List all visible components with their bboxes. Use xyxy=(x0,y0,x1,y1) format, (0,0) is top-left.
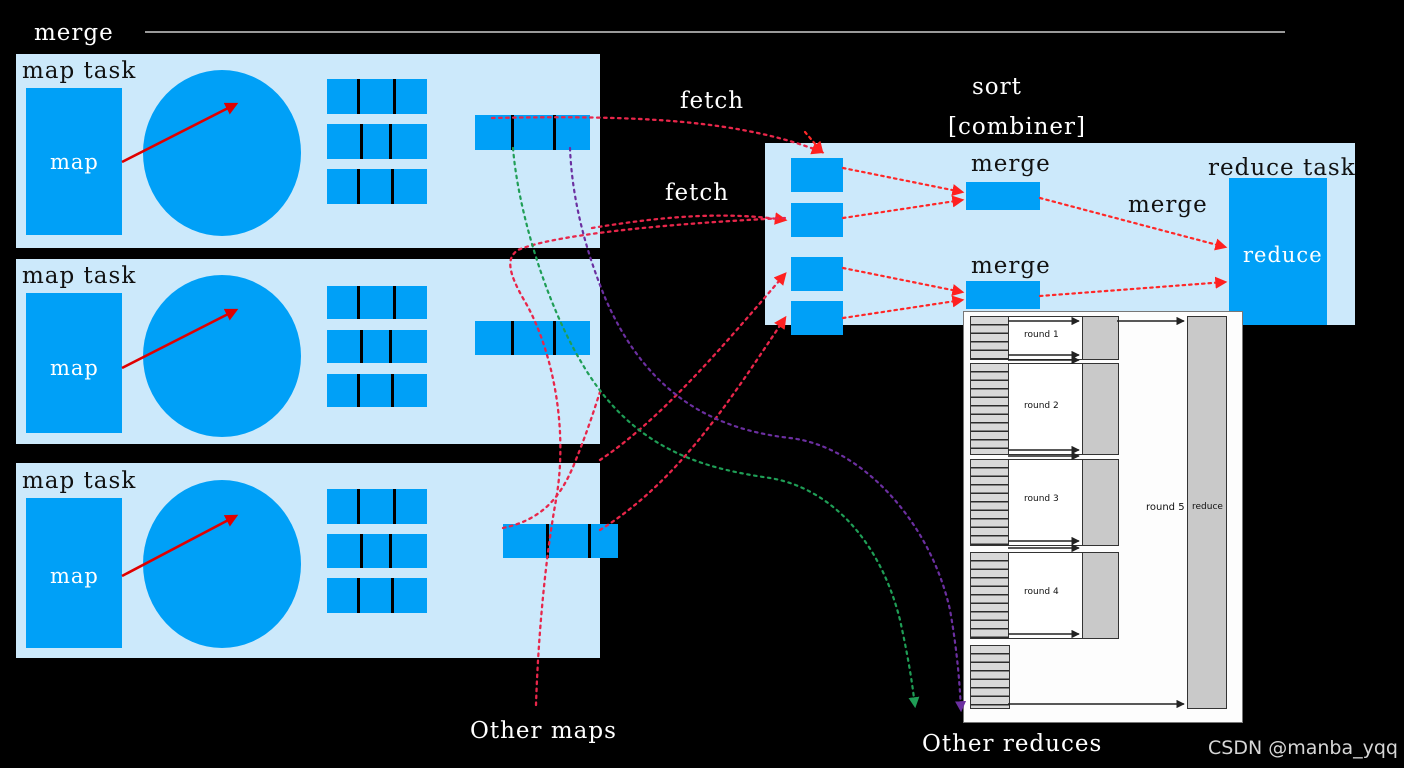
map-task-title-1: map task xyxy=(22,58,137,84)
round-out-3 xyxy=(1082,459,1119,546)
merged-output-bar-1 xyxy=(475,115,590,150)
segment-stack-4 xyxy=(970,552,1010,639)
merge-box-1 xyxy=(966,182,1040,210)
header-merge-label: merge xyxy=(34,20,114,46)
reduce-box-label: reduce xyxy=(1243,243,1323,267)
map-task-title-3: map task xyxy=(22,468,137,494)
header-rule xyxy=(145,31,1285,33)
round-out-4 xyxy=(1082,552,1119,639)
merged-output-bar-3 xyxy=(503,524,618,558)
spill-bar-2-1 xyxy=(327,286,427,319)
fetch-label-1: fetch xyxy=(680,88,745,114)
round-out-1 xyxy=(1082,316,1119,360)
segment-stack-3 xyxy=(970,459,1010,546)
merge-label-final: merge xyxy=(1128,192,1208,218)
map-box-label-1: map xyxy=(50,150,99,174)
fetch-curve-4 xyxy=(598,315,787,532)
spill-bar-3-1 xyxy=(327,489,427,524)
round-label-3: round 3 xyxy=(1024,494,1059,504)
other-maps-label: Other maps xyxy=(470,718,617,744)
buffer-circle-1 xyxy=(143,70,301,236)
fetch-box-4 xyxy=(791,301,843,335)
buffer-circle-3 xyxy=(143,480,301,648)
reduce-column xyxy=(1187,316,1227,709)
fetch-curve-3 xyxy=(598,272,787,462)
other-reduces-label: Other reduces xyxy=(922,731,1103,757)
reduce-column-label: reduce xyxy=(1192,502,1223,512)
fetch-label-2: fetch xyxy=(665,180,730,206)
fetch-box-3 xyxy=(791,257,843,291)
buffer-circle-2 xyxy=(143,275,301,437)
round-label-4: round 4 xyxy=(1024,587,1059,597)
segment-stack-1 xyxy=(970,316,1010,360)
spill-bar-2-2 xyxy=(327,330,427,363)
merge-box-2 xyxy=(966,281,1040,309)
round-label-2: round 2 xyxy=(1024,401,1059,411)
segment-stack-5 xyxy=(970,645,1010,709)
merge-label-top: merge xyxy=(971,151,1051,177)
round5-label: round 5 xyxy=(1146,502,1185,513)
spill-bar-3-2 xyxy=(327,534,427,568)
spill-bar-2-3 xyxy=(327,374,427,407)
map-box-label-3: map xyxy=(50,564,99,588)
sort-label: sort xyxy=(972,74,1022,100)
spill-bar-3-3 xyxy=(327,578,427,613)
fetch-box-2 xyxy=(791,203,843,237)
merged-output-bar-2 xyxy=(475,321,590,355)
spill-bar-1-3 xyxy=(327,169,427,204)
combiner-label: [combiner] xyxy=(948,114,1086,140)
merge-label-bottom: merge xyxy=(971,253,1051,279)
segment-stack-2 xyxy=(970,363,1010,455)
watermark: CSDN @manba_yqq xyxy=(1208,737,1398,759)
spill-bar-1-1 xyxy=(327,79,427,114)
round-label-1: round 1 xyxy=(1024,330,1059,340)
rounds-figure: round 1 round 2 round 3 round 4 round 5 … xyxy=(963,311,1243,723)
round-out-2 xyxy=(1082,363,1119,455)
map-box-label-2: map xyxy=(50,356,99,380)
fetch-curve-2 xyxy=(590,212,788,230)
diagram-canvas: merge map task map map task map map task… xyxy=(0,0,1404,768)
map-task-title-2: map task xyxy=(22,263,137,289)
fetch-box-1 xyxy=(791,158,843,192)
spill-bar-1-2 xyxy=(327,124,427,159)
